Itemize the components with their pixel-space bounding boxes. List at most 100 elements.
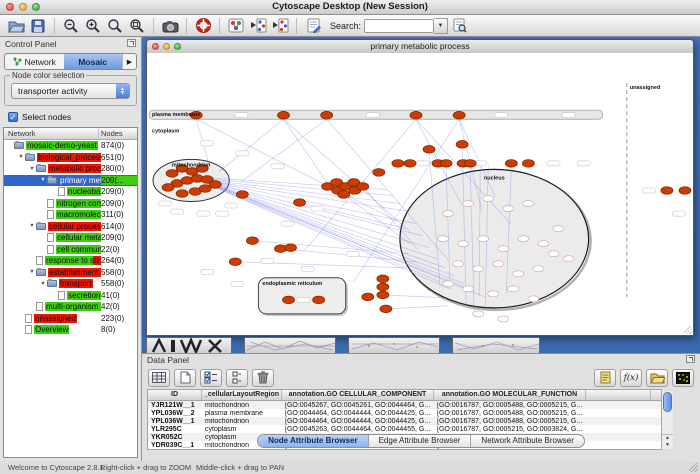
browser-tab[interactable]: Edge Attribute Browser <box>369 435 472 447</box>
table-column-header[interactable] <box>586 390 651 400</box>
table-scrollbar-thumb[interactable] <box>663 392 672 412</box>
search-input[interactable] <box>364 19 434 33</box>
tree-row-label: establishment of lo <box>48 268 101 277</box>
tab-network[interactable]: Network <box>5 54 64 69</box>
expand-arrow-icon[interactable]: ▼ <box>28 269 36 275</box>
attribute-table-icon[interactable] <box>148 369 170 387</box>
float-data-panel-icon[interactable] <box>686 355 695 363</box>
apply-layout-icon[interactable] <box>247 16 269 35</box>
notes-icon[interactable] <box>594 369 616 387</box>
enhanced-search-icon[interactable] <box>448 16 470 35</box>
table-column-header[interactable]: annotation.GO CELLULAR_COMPONENT <box>282 390 434 400</box>
table-cell: mitochondrion <box>202 402 282 409</box>
apply-layout-alt-icon[interactable] <box>269 16 291 35</box>
minimized-window-thumbnail[interactable] <box>244 337 336 354</box>
more-tabs-arrow[interactable]: ▶ <box>122 54 136 69</box>
control-panel: Control Panel Network Mosaic ▶ Node colo… <box>0 37 142 461</box>
tree-row[interactable]: secretion41(0) <box>4 290 137 302</box>
browser-tab[interactable]: Network Attribute Browser <box>471 435 583 447</box>
tree-row-label: nucleobase- <box>67 187 101 196</box>
tree-row-node-count: 209(0) <box>101 187 137 196</box>
snapshot-camera-icon[interactable] <box>159 16 181 35</box>
tree-row-label: nitrogen compo <box>56 199 101 208</box>
status-zoom-hint: Right-click + drag to ZOOM <box>100 463 191 472</box>
minimized-windows-strip <box>146 337 540 354</box>
import-attributes-folder-icon[interactable] <box>646 369 668 387</box>
new-attribute-icon[interactable] <box>174 369 196 387</box>
unselect-attributes-icon[interactable] <box>226 369 248 387</box>
cytoscape-desktop: Cytoscape Desktop (New Session) Search: … <box>0 0 700 474</box>
table-column-header[interactable]: ID <box>148 390 202 400</box>
expand-arrow-icon[interactable]: ▼ <box>39 281 47 287</box>
tab-mosaic[interactable]: Mosaic <box>64 54 123 69</box>
folder-icon <box>36 165 46 172</box>
minimized-window-thumbnail[interactable] <box>348 337 440 354</box>
float-panel-icon[interactable] <box>127 39 136 47</box>
tree-row[interactable]: cell communicat22(0) <box>4 244 137 256</box>
zoom-out-icon[interactable] <box>60 16 82 35</box>
tree-row[interactable]: nitrogen compo209(0) <box>4 198 137 210</box>
matrix-view-icon[interactable] <box>672 369 694 387</box>
file-icon <box>36 302 43 311</box>
node-color-dropdown[interactable]: transporter activity ▲▼ <box>11 83 130 99</box>
network-tree-pane: Network Nodes mosaic-demo-yeast874(0)▼bi… <box>3 127 138 458</box>
tree-row-label: unassigned <box>34 314 77 323</box>
tree-row[interactable]: multi-organism pro42(0) <box>4 301 137 313</box>
expand-arrow-icon[interactable]: ▼ <box>39 177 47 183</box>
browser-tab[interactable]: Node Attribute Browser <box>258 435 369 447</box>
search-options-dropdown[interactable]: ▼ <box>434 18 448 34</box>
tree-row[interactable]: ▼establishment of lo558(0) <box>4 267 137 279</box>
tree-row[interactable]: response to stimulu264(0) <box>4 255 137 267</box>
table-row[interactable]: YPL036W__2plasma membrane[GO:0044464, GO… <box>148 409 661 417</box>
region-label: nucleus <box>484 175 505 181</box>
annotation-icon[interactable] <box>302 16 324 35</box>
node-color-selection-group: Node color selection transporter activit… <box>4 75 137 106</box>
zoom-selected-icon[interactable] <box>126 16 148 35</box>
tree-row[interactable]: ▼cellular process614(0) <box>4 221 137 233</box>
table-cell: plasma membrane <box>202 410 282 417</box>
minimized-window-thumbnail[interactable] <box>146 337 232 354</box>
help-lifering-icon[interactable] <box>192 16 214 35</box>
tree-row[interactable]: nucleobase-209(0) <box>4 186 137 198</box>
table-cell: [GO:0045263, GO:0044464, GO:0044455, G..… <box>282 426 434 433</box>
tree-row[interactable]: macromolecule311(0) <box>4 209 137 221</box>
tree-row-label: multi-organism pro <box>45 302 101 311</box>
tree-row[interactable]: ▼metabolic process280(0) <box>4 163 137 175</box>
tree-row[interactable]: unassigned223(0) <box>4 313 137 325</box>
data-panel-toolbar: f(x) <box>142 366 700 389</box>
tree-row[interactable]: ▼primary metabo209(... <box>4 175 137 187</box>
tree-row[interactable]: mosaic-demo-yeast874(0) <box>4 140 137 152</box>
network-view-titlebar[interactable]: primary metabolic process <box>147 40 693 54</box>
control-panel-tabs: Network Mosaic ▶ <box>4 53 137 70</box>
zoom-fit-icon[interactable] <box>104 16 126 35</box>
table-row[interactable]: YJR121W__1mitochondrion[GO:0045267, GO:0… <box>148 401 661 409</box>
network-canvas[interactable]: plasma membranecytoplasmmitochondrionnuc… <box>147 53 693 335</box>
file-icon <box>58 187 65 196</box>
table-row[interactable]: YPL036W__1mitochondrion[GO:0044464, GO:0… <box>148 417 661 425</box>
app-resize-grip[interactable] <box>689 463 698 472</box>
formula-builder-icon[interactable]: f(x) <box>620 369 642 387</box>
tab-network-label: Network <box>25 57 56 67</box>
zoom-in-icon[interactable] <box>82 16 104 35</box>
vizmapper-icon[interactable] <box>225 16 247 35</box>
tree-row[interactable]: Overview8(0) <box>4 324 137 336</box>
expand-arrow-icon[interactable]: ▼ <box>17 154 25 160</box>
network-view-window[interactable]: primary metabolic process plasma membran… <box>146 39 694 336</box>
select-nodes-row[interactable]: ✓ Select nodes <box>8 111 141 123</box>
expand-arrow-icon[interactable]: ▼ <box>28 223 36 229</box>
table-column-header[interactable]: _cellularLayoutRegion <box>202 390 282 400</box>
select-nodes-checkbox[interactable]: ✓ <box>8 112 18 122</box>
select-attributes-icon[interactable] <box>200 369 222 387</box>
file-icon <box>47 233 54 242</box>
table-column-header[interactable]: annotation.GO MOLECULAR_FUNCTION <box>434 390 586 400</box>
tree-row[interactable]: ▼biological_process651(0) <box>4 152 137 164</box>
expand-arrow-icon[interactable]: ▼ <box>28 166 36 172</box>
table-row[interactable]: YLR295Ccytoplasm[GO:0045263, GO:0044464,… <box>148 425 661 433</box>
open-session-icon[interactable] <box>5 16 27 35</box>
tree-row[interactable]: ▼transport558(0) <box>4 278 137 290</box>
tree-row[interactable]: cellular metabol209(0) <box>4 232 137 244</box>
save-session-icon[interactable] <box>27 16 49 35</box>
minimized-window-thumbnail[interactable] <box>452 337 540 354</box>
delete-attribute-trash-icon[interactable] <box>252 369 274 387</box>
network-resize-grip[interactable] <box>684 326 692 334</box>
